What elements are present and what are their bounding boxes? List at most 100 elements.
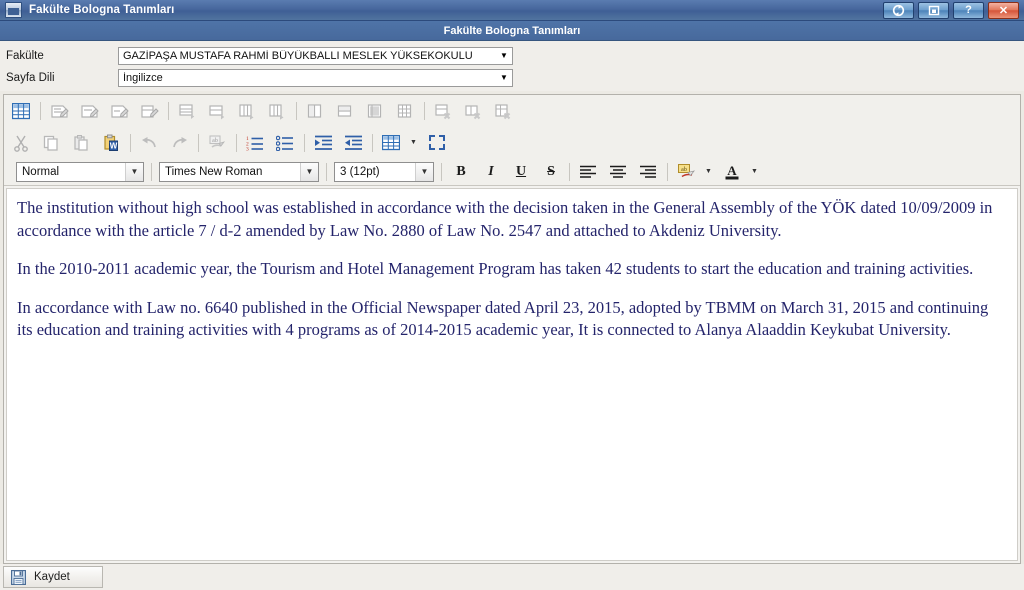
- refresh-icon: [892, 4, 905, 16]
- svg-text:A: A: [727, 163, 737, 178]
- toolbar-separator: [151, 162, 152, 181]
- toolbar-separator: [569, 162, 570, 181]
- chevron-down-icon: ▼: [500, 73, 508, 82]
- italic-button[interactable]: I: [479, 161, 503, 183]
- faculty-select-value: GAZİPAŞA MUSTAFA RAHMİ BÜYÜKBALLI MESLEK…: [123, 49, 473, 62]
- toolbar-separator: [236, 133, 237, 152]
- toolbar-separator: [326, 162, 327, 181]
- align-center-icon[interactable]: [607, 161, 629, 183]
- paste-from-word-icon[interactable]: W: [100, 132, 122, 154]
- font-size-select[interactable]: 3 (12pt) ▼: [334, 161, 434, 182]
- application-window: Fakülte Bologna Tanımları ? ✕ Fakülte Bo…: [0, 0, 1024, 590]
- paste-icon: [70, 132, 92, 154]
- align-right-icon[interactable]: [637, 161, 659, 183]
- page-language-select[interactable]: İngilizce ▼: [118, 68, 513, 87]
- insert-column-right-icon: [266, 100, 288, 122]
- table-icon[interactable]: [380, 132, 402, 154]
- faculty-label: Fakülte: [6, 49, 44, 62]
- align-left-icon[interactable]: [577, 161, 599, 183]
- font-size-value: 3 (12pt): [340, 165, 380, 178]
- strikethrough-button[interactable]: S: [539, 161, 563, 183]
- svg-text:W: W: [110, 141, 118, 150]
- table-row-properties-icon: [78, 100, 100, 122]
- editor-content-area[interactable]: The institution without high school was …: [6, 188, 1018, 561]
- toolbar-separator: [130, 133, 131, 152]
- window-title: Fakülte Bologna Tanımları: [29, 4, 175, 16]
- delete-row-icon: [432, 100, 454, 122]
- page-language-select-value: İngilizce: [123, 71, 163, 84]
- toolbar-separator: [168, 102, 169, 120]
- insert-column-left-icon: [236, 100, 258, 122]
- save-button[interactable]: Kaydet: [3, 566, 103, 588]
- restore-button[interactable]: [918, 1, 949, 19]
- toolbar-separator: [424, 102, 425, 120]
- chevron-down-icon: ▼: [415, 162, 433, 181]
- toolbar-separator: [296, 102, 297, 120]
- form-row-page-language: Sayfa Dili İngilizce ▼: [4, 68, 1024, 87]
- toolbar-separator: [198, 133, 199, 152]
- close-button[interactable]: ✕: [988, 1, 1019, 19]
- title-bar: Fakülte Bologna Tanımları ? ✕: [0, 0, 1024, 21]
- insert-table-icon[interactable]: [10, 100, 32, 122]
- bold-button[interactable]: B: [449, 161, 473, 183]
- font-color-icon[interactable]: A: [721, 161, 743, 183]
- rich-text-editor: W ab 1 2 3 ▼ Normal ▼ Times New Roman ▼ …: [3, 94, 1021, 564]
- merge-table-icon: [394, 100, 416, 122]
- table-dropdown-caret-icon[interactable]: ▼: [408, 132, 419, 154]
- indent-icon[interactable]: [312, 132, 334, 154]
- font-family-select[interactable]: Times New Roman ▼: [159, 161, 319, 182]
- refresh-button[interactable]: [883, 1, 914, 19]
- numbered-list-icon[interactable]: 1 2 3: [244, 132, 266, 154]
- insert-row-below-icon: [206, 100, 228, 122]
- toolbar-separator: [372, 133, 373, 152]
- font-color-dropdown-caret-icon[interactable]: ▼: [749, 161, 760, 183]
- delete-table-icon: [492, 100, 514, 122]
- paragraph-style-select[interactable]: Normal ▼: [16, 161, 144, 182]
- underline-button[interactable]: U: [509, 161, 533, 183]
- document-paragraph: The institution without high school was …: [17, 198, 993, 240]
- app-window-icon: [5, 2, 22, 18]
- outdent-icon[interactable]: [342, 132, 364, 154]
- svg-text:ab: ab: [681, 167, 687, 173]
- toolbar-separator: [40, 102, 41, 120]
- chevron-down-icon: ▼: [125, 162, 143, 181]
- spellcheck-icon: ab: [206, 132, 228, 154]
- document-paragraph: In the 2010-2011 academic year, the Tour…: [17, 259, 974, 279]
- editor-canvas-wrapper: The institution without high school was …: [4, 186, 1020, 563]
- split-cell-horizontal-icon: [334, 100, 356, 122]
- page-header-band: Fakülte Bologna Tanımları: [0, 21, 1024, 41]
- highlight-color-icon[interactable]: ab: [675, 161, 697, 183]
- form-area: Fakülte GAZİPAŞA MUSTAFA RAHMİ BÜYÜKBALL…: [0, 41, 1024, 91]
- insert-row-above-icon: [176, 100, 198, 122]
- save-button-label: Kaydet: [34, 571, 70, 583]
- merge-cells-icon: [364, 100, 386, 122]
- page-language-label: Sayfa Dili: [6, 71, 55, 84]
- redo-icon: [168, 132, 190, 154]
- page-title: Fakülte Bologna Tanımları: [443, 24, 581, 37]
- window-controls: ? ✕: [883, 1, 1022, 19]
- svg-text:ab: ab: [212, 138, 218, 144]
- paragraph-style-value: Normal: [22, 165, 60, 178]
- faculty-select[interactable]: GAZİPAŞA MUSTAFA RAHMİ BÜYÜKBALLI MESLEK…: [118, 46, 513, 65]
- help-button[interactable]: ?: [953, 1, 984, 19]
- footer-bar: Kaydet: [0, 564, 1024, 590]
- toolbar-separator: [304, 133, 305, 152]
- document-paragraph: In accordance with Law no. 6640 publishe…: [17, 297, 989, 340]
- highlight-dropdown-caret-icon[interactable]: ▼: [703, 161, 714, 183]
- editor-toolbar-table: [4, 95, 1020, 127]
- delete-column-icon: [462, 100, 484, 122]
- undo-icon: [138, 132, 160, 154]
- toolbar-separator: [667, 162, 668, 181]
- save-icon: [9, 569, 27, 585]
- form-row-faculty: Fakülte GAZİPAŞA MUSTAFA RAHMİ BÜYÜKBALL…: [4, 46, 1024, 65]
- cut-icon: [10, 132, 32, 154]
- table-cell-properties-icon: [108, 100, 130, 122]
- toolbar-separator: [441, 162, 442, 181]
- copy-icon: [40, 132, 62, 154]
- chevron-down-icon: ▼: [300, 162, 318, 181]
- bullet-list-icon[interactable]: [274, 132, 296, 154]
- font-family-value: Times New Roman: [165, 165, 263, 178]
- editor-toolbar-clipboard: W ab 1 2 3 ▼: [4, 127, 1020, 158]
- fullscreen-icon[interactable]: [426, 132, 448, 154]
- split-cell-vertical-icon: [304, 100, 326, 122]
